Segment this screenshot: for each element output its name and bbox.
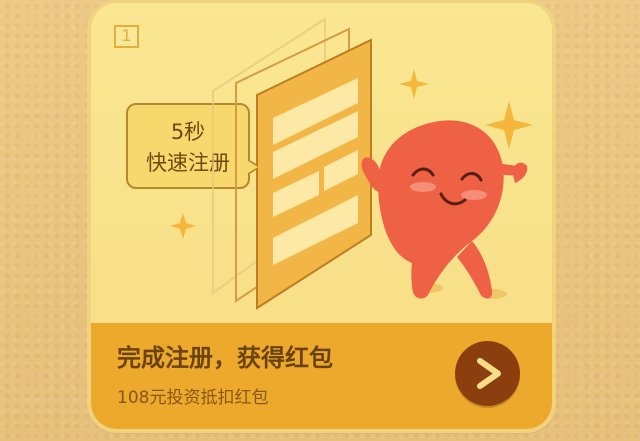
card-title: 完成注册，获得红包	[117, 344, 333, 372]
card-subtitle: 108元投资抵扣红包	[117, 388, 269, 408]
bubble-line-1: 5秒	[170, 120, 206, 144]
bubble-line-2: 快速注册	[146, 151, 230, 175]
register-reward-card[interactable]: 1 5秒 快速注册 完成注册，获得红包 108元投资抵扣红包	[87, 0, 556, 433]
next-button[interactable]	[455, 341, 520, 406]
chevron-right-icon	[477, 358, 501, 389]
speech-bubble: 5秒 快速注册	[126, 103, 261, 189]
step-number-badge: 1	[114, 25, 139, 48]
